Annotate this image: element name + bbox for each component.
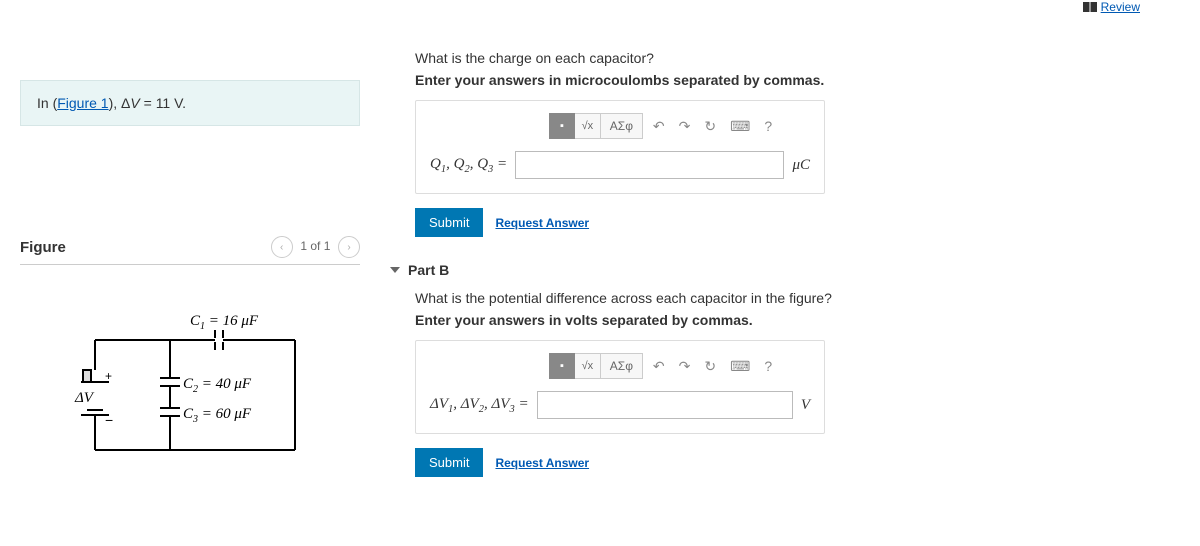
- undo-icon[interactable]: ↶: [649, 358, 669, 375]
- redo-icon[interactable]: ↷: [675, 358, 695, 375]
- svg-text:−: −: [105, 412, 113, 428]
- template-icon[interactable]: ▪: [549, 113, 575, 139]
- greek-icon[interactable]: ΑΣφ: [601, 113, 643, 139]
- part-b-input[interactable]: [537, 391, 793, 419]
- help-icon[interactable]: ?: [760, 118, 776, 134]
- part-a-submit-button[interactable]: Submit: [415, 208, 483, 237]
- circuit-diagram: + −: [20, 290, 360, 490]
- problem-info: In (Figure 1), ΔV = 11 V.: [20, 80, 360, 126]
- reset-icon[interactable]: ↻: [700, 358, 720, 375]
- review-link[interactable]: Review: [1083, 0, 1140, 14]
- redo-icon[interactable]: ↷: [675, 118, 695, 135]
- part-b-question: What is the potential difference across …: [380, 290, 1130, 306]
- template-icon[interactable]: ▪: [549, 353, 575, 379]
- sqrt-icon[interactable]: √x: [575, 353, 601, 379]
- part-b-toolbar: ▪ √x ΑΣφ ↶ ↷ ↻ ⌨ ?: [515, 353, 810, 379]
- part-a-lhs: Q1, Q2, Q3 =: [430, 156, 507, 175]
- reset-icon[interactable]: ↻: [700, 118, 720, 135]
- keyboard-icon[interactable]: ⌨: [726, 118, 754, 135]
- part-b-answer-box: ▪ √x ΑΣφ ↶ ↷ ↻ ⌨ ? ΔV1, ΔV2, ΔV3 = V: [415, 340, 825, 434]
- part-b-instructions: Enter your answers in volts separated by…: [380, 312, 1130, 328]
- caret-down-icon: [390, 267, 400, 273]
- keyboard-icon[interactable]: ⌨: [726, 358, 754, 375]
- greek-icon[interactable]: ΑΣφ: [601, 353, 643, 379]
- part-b-submit-button[interactable]: Submit: [415, 448, 483, 477]
- help-icon[interactable]: ?: [760, 358, 776, 374]
- svg-text:C1 = 16 μF: C1 = 16 μF: [190, 313, 259, 332]
- part-b-unit: V: [801, 397, 810, 414]
- part-b-header[interactable]: Part B: [390, 262, 1130, 278]
- figure-next-button[interactable]: ›: [338, 236, 360, 258]
- part-b: Part B What is the potential difference …: [380, 262, 1130, 477]
- svg-text:C2 = 40 μF: C2 = 40 μF: [183, 376, 252, 395]
- part-a-instructions: Enter your answers in microcoulombs sepa…: [380, 72, 1130, 88]
- undo-icon[interactable]: ↶: [649, 118, 669, 135]
- figure-1-link[interactable]: Figure 1: [57, 95, 108, 111]
- part-b-lhs: ΔV1, ΔV2, ΔV3 =: [430, 396, 529, 415]
- info-prefix: In (: [37, 95, 57, 111]
- part-b-request-answer[interactable]: Request Answer: [495, 456, 589, 470]
- part-a-answer-box: ▪ √x ΑΣφ ↶ ↷ ↻ ⌨ ? Q1, Q2, Q3 = μC: [415, 100, 825, 194]
- svg-text:+: +: [105, 369, 112, 383]
- svg-text:ΔV: ΔV: [74, 390, 95, 406]
- part-a-question: What is the charge on each capacitor?: [380, 50, 1130, 66]
- part-a-input[interactable]: [515, 151, 784, 179]
- info-suffix: ), ΔV = 11 V.: [109, 95, 186, 111]
- svg-text:C3 = 60 μF: C3 = 60 μF: [183, 406, 252, 425]
- part-b-title: Part B: [408, 262, 449, 278]
- part-a-toolbar: ▪ √x ΑΣφ ↶ ↷ ↻ ⌨ ?: [515, 113, 810, 139]
- part-a-request-answer[interactable]: Request Answer: [495, 216, 589, 230]
- part-a: What is the charge on each capacitor? En…: [380, 50, 1130, 237]
- sqrt-icon[interactable]: √x: [575, 113, 601, 139]
- part-a-unit: μC: [792, 157, 810, 174]
- figure-count: 1 of 1: [300, 239, 330, 253]
- figure-heading: Figure: [20, 239, 66, 256]
- figure-prev-button[interactable]: ‹: [271, 236, 293, 258]
